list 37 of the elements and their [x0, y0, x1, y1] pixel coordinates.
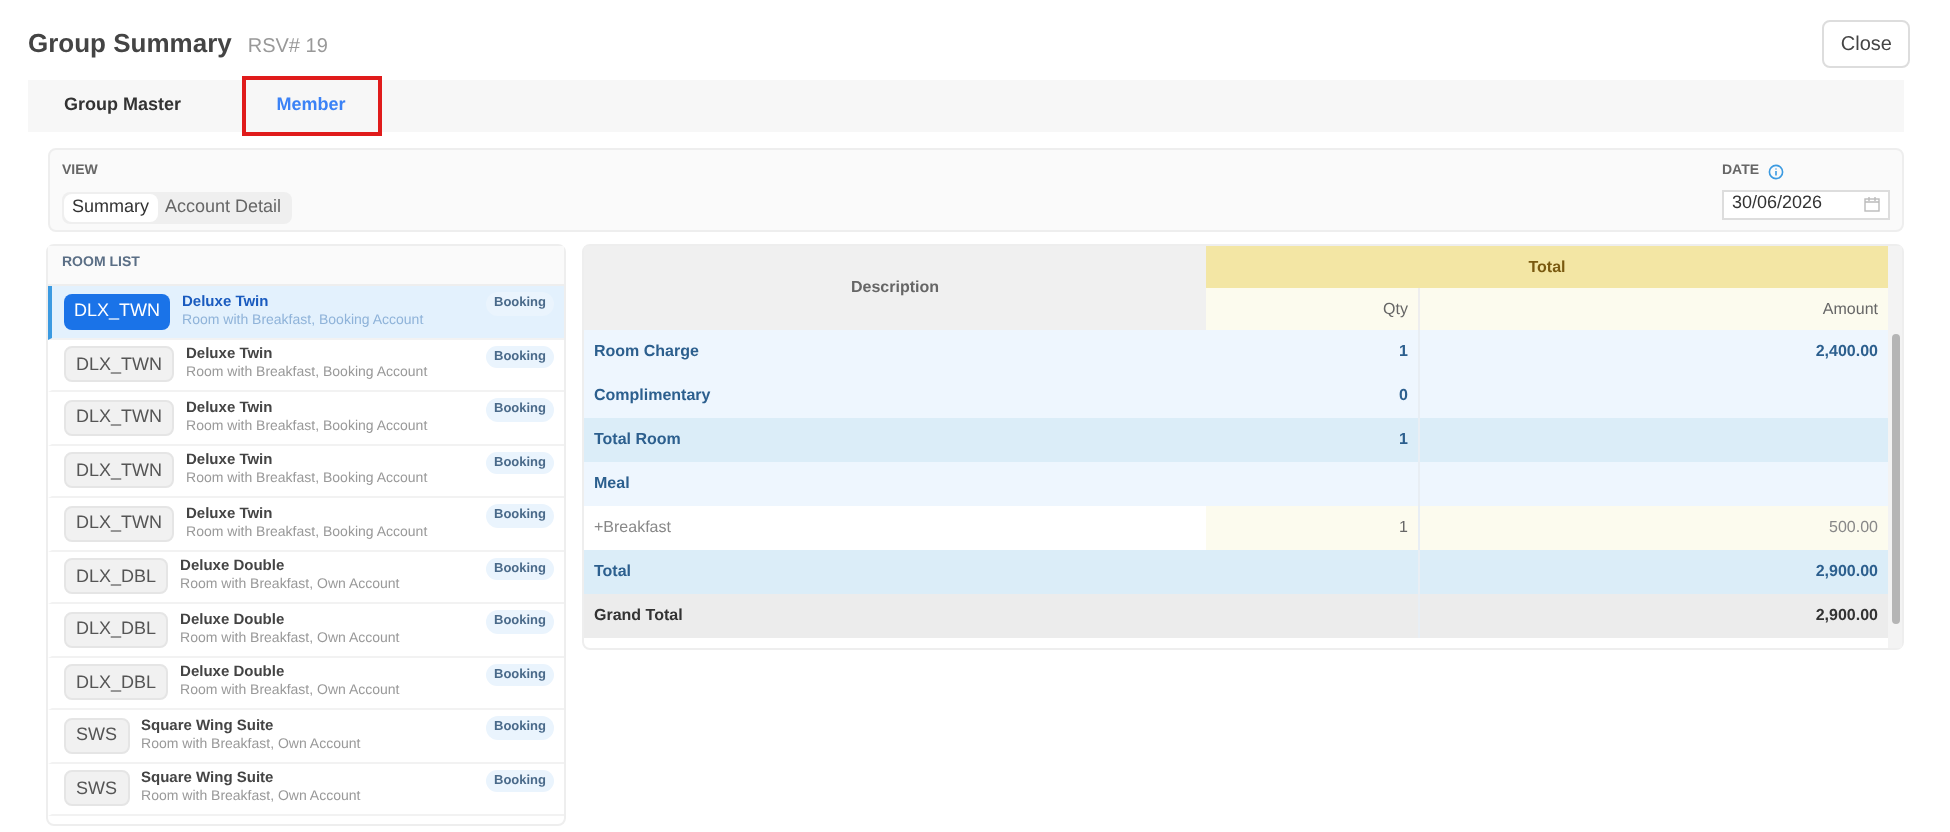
table-cell: Grand Total	[584, 594, 1206, 638]
table-cell: Meal	[584, 462, 1206, 506]
room-code: DLX_DBL	[64, 664, 169, 701]
info-icon	[1767, 164, 1784, 181]
close-button[interactable]: Close	[1822, 20, 1910, 68]
table-cell: 2,400.00	[1420, 330, 1888, 374]
view-toggle[interactable]: Account Detail	[157, 193, 290, 221]
room-code: DLX_TWN	[64, 293, 171, 330]
scrollbar[interactable]	[1888, 246, 1902, 648]
reservation-number: RSV# 19	[247, 34, 328, 63]
room-code: DLX_DBL	[64, 611, 169, 648]
table-cell: 1	[1206, 330, 1420, 374]
table-cell: 2,900.00	[1420, 594, 1888, 638]
room-code: DLX_TWN	[64, 346, 175, 383]
room-code: DLX_TWN	[64, 399, 175, 436]
dialog-title: Group Summary	[28, 26, 232, 63]
table-cell: 500.00	[1420, 506, 1888, 550]
view-toggle[interactable]: Summary	[64, 193, 158, 221]
column-header: Description	[584, 246, 1206, 330]
room-code: DLX_DBL	[64, 558, 169, 595]
room-code: DLX_TWN	[64, 505, 175, 542]
date-field[interactable]: 30/06/2026	[1722, 189, 1890, 219]
room-code: DLX_TWN	[64, 452, 175, 489]
table-cell: 1	[1206, 506, 1420, 550]
room-code: SWS	[64, 770, 130, 807]
table-cell: 2,900.00	[1420, 550, 1888, 594]
calendar-icon	[1864, 196, 1880, 212]
column-group-header: Total	[1206, 246, 1888, 288]
table-cell: 1	[1206, 418, 1420, 462]
table-cell: Total	[584, 550, 1206, 594]
table-cell: Complimentary	[584, 374, 1206, 418]
room-code: SWS	[64, 717, 130, 754]
column-header: Amount	[1820, 297, 1880, 321]
table-cell: Room Charge	[584, 330, 1206, 374]
table-cell: Total Room	[584, 418, 1206, 462]
table-cell: 0	[1206, 374, 1420, 418]
tab[interactable]: Group Master	[36, 80, 210, 132]
